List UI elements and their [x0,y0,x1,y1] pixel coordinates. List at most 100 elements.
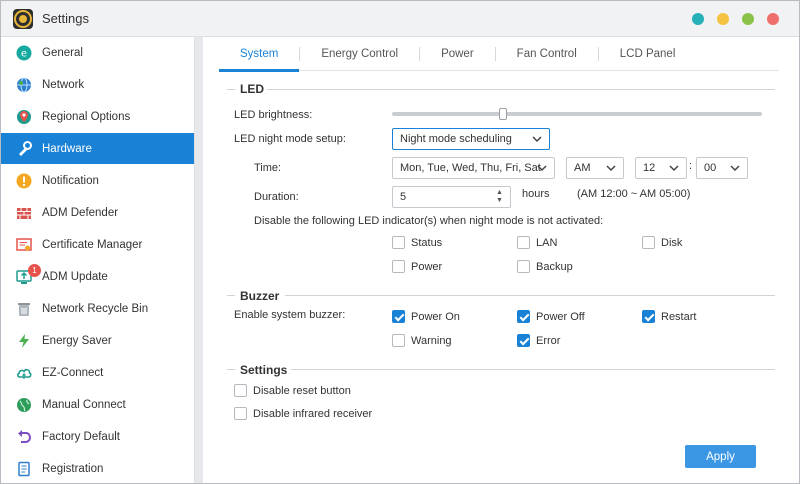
days-value: Mon, Tue, Wed, Thu, Fri, Sat [400,162,541,174]
tab-fan-control[interactable]: Fan Control [496,37,598,71]
ampm-select[interactable]: AM [566,157,624,179]
hour-value: 12 [643,162,656,174]
led-brightness-slider[interactable] [392,112,762,116]
checkbox-box [517,260,530,273]
duration-stepper[interactable]: 5 ▲ ▼ [392,186,511,208]
time-label: Time: [254,162,282,174]
checkbox-label: Restart [661,310,697,323]
close-window-button[interactable] [767,13,779,25]
main-panel: System Energy Control Power Fan Control … [203,37,799,483]
minute-select[interactable]: 00 [696,157,748,179]
green-window-button[interactable] [742,13,754,25]
duration-value: 5 [400,191,407,203]
days-select[interactable]: Mon, Tue, Wed, Thu, Fri, Sat [392,157,555,179]
tab-system[interactable]: System [219,37,300,72]
tab-lcd-panel[interactable]: LCD Panel [599,37,697,71]
time-colon: : [689,160,693,172]
window-title: Settings [42,11,89,26]
indicator-disk-checkbox[interactable]: Disk [642,236,682,249]
led-brightness-label: LED brightness: [234,109,313,121]
indicator-status-checkbox[interactable]: Status [392,236,442,249]
chevron-down-icon [532,136,542,143]
sidebar-item-registration[interactable]: Registration [1,453,194,484]
sidebar: e General Network Regional Options Hardw… [1,37,195,483]
tab-energy-control[interactable]: Energy Control [300,37,419,71]
energy-saver-icon [15,332,33,350]
network-icon [15,76,33,94]
checkbox-box [392,236,405,249]
sidebar-item-regional-options[interactable]: Regional Options [1,101,194,132]
checkbox-label: Disable infrared receiver [253,407,373,420]
sidebar-item-label: Regional Options [42,110,131,123]
chevron-down-icon [730,165,740,172]
apply-button[interactable]: Apply [685,445,756,468]
tab-power[interactable]: Power [420,37,495,71]
disable-reset-button-checkbox[interactable]: Disable reset button [234,384,351,397]
section-divider [291,369,775,370]
sidebar-item-label: ADM Update [42,270,108,283]
sidebar-item-manual-connect[interactable]: Manual Connect [1,389,194,420]
sidebar-item-adm-defender[interactable]: ADM Defender [1,197,194,228]
checkbox-label: Power [411,260,443,273]
section-divider [227,89,235,90]
globe-icon [15,396,33,414]
sidebar-item-general[interactable]: e General [1,37,194,68]
buzzer-warning-checkbox[interactable]: Warning [392,334,452,347]
certificate-icon [15,236,33,254]
settings-window: Settings e General Network Regional Opti… [0,0,800,484]
hardware-icon [15,140,33,158]
buzzer-power-off-checkbox[interactable]: Power Off [517,310,585,323]
led-section-title: LED [240,82,264,96]
indicator-power-checkbox[interactable]: Power [392,260,442,273]
indicator-backup-checkbox[interactable]: Backup [517,260,573,273]
update-count-badge: 1 [28,264,41,277]
checkbox-box [517,334,530,347]
sidebar-item-network-recycle-bin[interactable]: Network Recycle Bin [1,293,194,324]
section-divider [285,295,775,296]
sidebar-item-ez-connect[interactable]: EZ-Connect [1,357,194,388]
hours-unit-label: hours [522,188,550,200]
schedule-range-text: (AM 12:00 ~ AM 05:00) [577,188,691,200]
sidebar-item-adm-update[interactable]: 1 ADM Update [1,261,194,292]
sidebar-item-label: Network [42,78,85,91]
checkbox-label: Disable reset button [253,384,351,397]
checkbox-label: Power On [411,310,460,323]
night-mode-select[interactable]: Night mode scheduling [392,128,550,150]
checkbox-label: Disk [661,236,683,249]
sidebar-scrollbar[interactable] [195,37,203,483]
sidebar-item-label: EZ-Connect [42,366,104,379]
buzzer-section-title: Buzzer [240,289,280,303]
disable-infrared-receiver-checkbox[interactable]: Disable infrared receiver [234,407,372,420]
yellow-window-button[interactable] [717,13,729,25]
buzzer-error-checkbox[interactable]: Error [517,334,560,347]
checkbox-box [392,334,405,347]
sidebar-item-label: Hardware [42,142,92,155]
sidebar-item-label: Network Recycle Bin [42,302,149,315]
hour-select[interactable]: 12 [635,157,687,179]
checkbox-box [234,384,247,397]
indicator-lan-checkbox[interactable]: LAN [517,236,557,249]
sidebar-item-label: Registration [42,462,104,475]
minute-value: 00 [704,162,717,174]
checkbox-label: Power Off [536,310,585,323]
duration-label: Duration: [254,191,299,203]
sidebar-item-label: Energy Saver [42,334,112,347]
sidebar-item-hardware[interactable]: Hardware [1,133,194,164]
stepper-arrows-icon[interactable]: ▲ ▼ [496,189,504,205]
section-divider [227,295,235,296]
sidebar-item-energy-saver[interactable]: Energy Saver [1,325,194,356]
checkbox-box [234,407,247,420]
sidebar-item-notification[interactable]: Notification [1,165,194,196]
firewall-icon [15,204,33,222]
teal-window-button[interactable] [692,13,704,25]
sidebar-item-certificate-manager[interactable]: Certificate Manager [1,229,194,260]
checkbox-label: Warning [411,334,452,347]
sidebar-item-factory-default[interactable]: Factory Default [1,421,194,452]
buzzer-restart-checkbox[interactable]: Restart [642,310,696,323]
checkbox-label: Backup [536,260,573,273]
recycle-bin-icon [15,300,33,318]
registration-icon [15,460,33,478]
slider-handle[interactable] [499,108,507,120]
buzzer-power-on-checkbox[interactable]: Power On [392,310,460,323]
sidebar-item-network[interactable]: Network [1,69,194,100]
